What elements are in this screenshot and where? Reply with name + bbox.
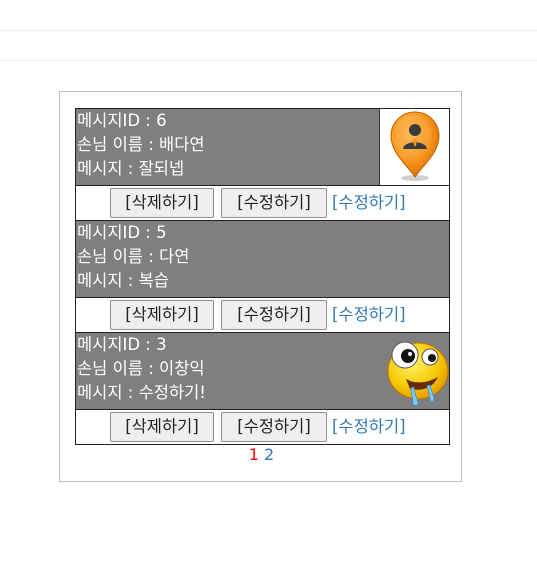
edit-link[interactable]: [수정하기] (332, 415, 406, 439)
entry-info: 메시지ID : 5 손님 이름 : 다연 메시지 : 복습 (76, 221, 449, 298)
guestbook-entry: 메시지ID : 3 손님 이름 : 이창익 메시지 : 수정하기! [삭제하기]… (76, 333, 449, 444)
message-id: 메시지ID : 5 (77, 223, 167, 242)
entry-actions: [삭제하기] [수정하기] [수정하기] (76, 186, 449, 221)
delete-button[interactable]: [삭제하기] (110, 412, 214, 442)
header-divider (0, 60, 537, 61)
entry-actions: [삭제하기] [수정하기] [수정하기] (76, 298, 449, 333)
guestbook-list: 메시지ID : 6 손님 이름 : 배다연 메시지 : 잘되넵 [삭제하기] [… (75, 108, 450, 445)
guestbook-entry: 메시지ID : 6 손님 이름 : 배다연 메시지 : 잘되넵 [삭제하기] [… (76, 109, 449, 221)
pagination-page-link[interactable]: 2 (264, 445, 274, 464)
drooling-emoji-icon (380, 333, 449, 409)
guestbook-panel: 메시지ID : 6 손님 이름 : 배다연 메시지 : 잘되넵 [삭제하기] [… (59, 91, 462, 482)
edit-link[interactable]: [수정하기] (332, 303, 406, 327)
entry-info: 메시지ID : 3 손님 이름 : 이창익 메시지 : 수정하기! (76, 333, 449, 410)
map-pin-person-icon (379, 109, 449, 185)
delete-button[interactable]: [삭제하기] (110, 300, 214, 330)
message-text: 메시지 : 복습 (77, 271, 169, 290)
pagination: 1 2 (60, 445, 463, 465)
delete-button[interactable]: [삭제하기] (110, 188, 214, 218)
edit-button[interactable]: [수정하기] (221, 188, 327, 218)
guest-name: 손님 이름 : 다연 (77, 247, 190, 266)
entry-info: 메시지ID : 6 손님 이름 : 배다연 메시지 : 잘되넵 (76, 109, 449, 186)
top-divider (0, 30, 537, 31)
entry-actions: [삭제하기] [수정하기] [수정하기] (76, 410, 449, 444)
edit-link[interactable]: [수정하기] (332, 191, 406, 215)
edit-button[interactable]: [수정하기] (221, 300, 327, 330)
edit-button[interactable]: [수정하기] (221, 412, 327, 442)
pagination-current-page[interactable]: 1 (249, 445, 259, 464)
guestbook-entry: 메시지ID : 5 손님 이름 : 다연 메시지 : 복습 [삭제하기] [수정… (76, 221, 449, 333)
